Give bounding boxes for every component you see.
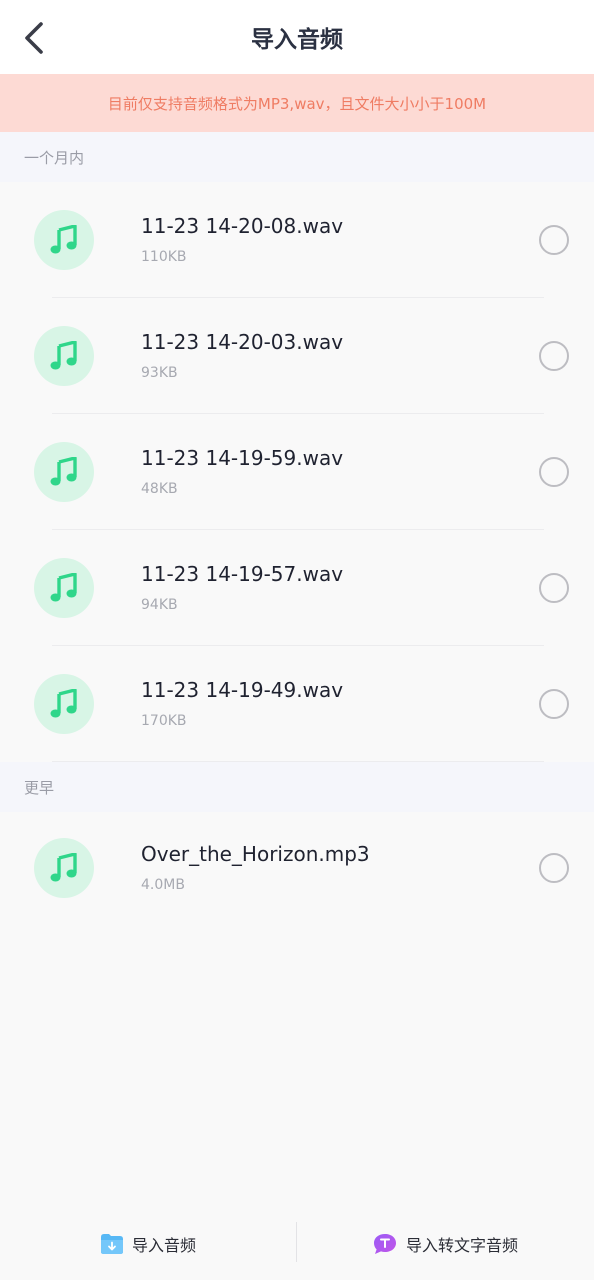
list-item[interactable]: 11-23 14-20-08.wav 110KB [0, 182, 594, 298]
import-audio-page: 导入音频 目前仅支持音频格式为MP3,wav，且文件大小小于100M 一个月内 … [0, 0, 594, 1280]
file-name: 11-23 14-20-03.wav [141, 330, 344, 354]
select-radio[interactable] [539, 689, 569, 719]
select-radio[interactable] [539, 225, 569, 255]
file-name: 11-23 14-19-57.wav [141, 562, 344, 586]
import-transcribe-label: 导入转文字音频 [406, 1236, 519, 1255]
music-note-icon [34, 674, 94, 734]
text-bubble-icon [374, 1234, 396, 1254]
list-item[interactable]: 11-23 14-20-03.wav 93KB [0, 298, 594, 414]
file-name: 11-23 14-20-08.wav [141, 214, 344, 238]
format-notice-banner: 目前仅支持音频格式为MP3,wav，且文件大小小于100M [0, 74, 594, 132]
file-size: 170KB [141, 713, 187, 729]
section-label: 更早 [24, 778, 55, 797]
list-item[interactable]: Over_the_Horizon.mp3 4.0MB [0, 810, 594, 926]
page-title: 导入音频 [251, 27, 343, 53]
music-note-icon [34, 442, 94, 502]
select-radio[interactable] [539, 457, 569, 487]
file-size: 48KB [141, 481, 178, 497]
bottom-divider [296, 1222, 297, 1262]
file-name: 11-23 14-19-59.wav [141, 446, 344, 470]
music-note-icon [34, 558, 94, 618]
file-name: 11-23 14-19-49.wav [141, 678, 344, 702]
music-note-icon [34, 210, 94, 270]
section-label: 一个月内 [24, 148, 85, 167]
music-note-icon [34, 838, 94, 898]
select-radio[interactable] [539, 341, 569, 371]
format-notice-text: 目前仅支持音频格式为MP3,wav，且文件大小小于100M [107, 94, 487, 113]
section-header-earlier: 更早 [0, 762, 594, 812]
import-transcribe-button[interactable]: 导入转文字音频 [372, 1222, 518, 1266]
list-item[interactable]: 11-23 14-19-49.wav 170KB [0, 646, 594, 762]
list-item[interactable]: 11-23 14-19-57.wav 94KB [0, 530, 594, 646]
select-radio[interactable] [539, 853, 569, 883]
select-radio[interactable] [539, 573, 569, 603]
list-item[interactable]: 11-23 14-19-59.wav 48KB [0, 414, 594, 530]
header: 导入音频 [0, 0, 594, 74]
file-size: 94KB [141, 597, 178, 613]
music-note-icon [34, 326, 94, 386]
file-name: Over_the_Horizon.mp3 [141, 842, 370, 866]
folder-download-icon [101, 1234, 123, 1254]
file-list-recent: 11-23 14-20-08.wav 110KB 11-23 14-20-03.… [0, 182, 594, 762]
file-size: 4.0MB [141, 877, 185, 893]
file-size: 93KB [141, 365, 178, 381]
import-audio-button[interactable]: 导入音频 [100, 1222, 196, 1266]
file-size: 110KB [141, 249, 187, 265]
bottom-action-bar: 导入音频 导入转文字音频 [0, 1208, 594, 1280]
section-header-recent: 一个月内 [0, 132, 594, 182]
import-audio-label: 导入音频 [132, 1236, 197, 1255]
file-list-earlier: Over_the_Horizon.mp3 4.0MB [0, 810, 594, 926]
